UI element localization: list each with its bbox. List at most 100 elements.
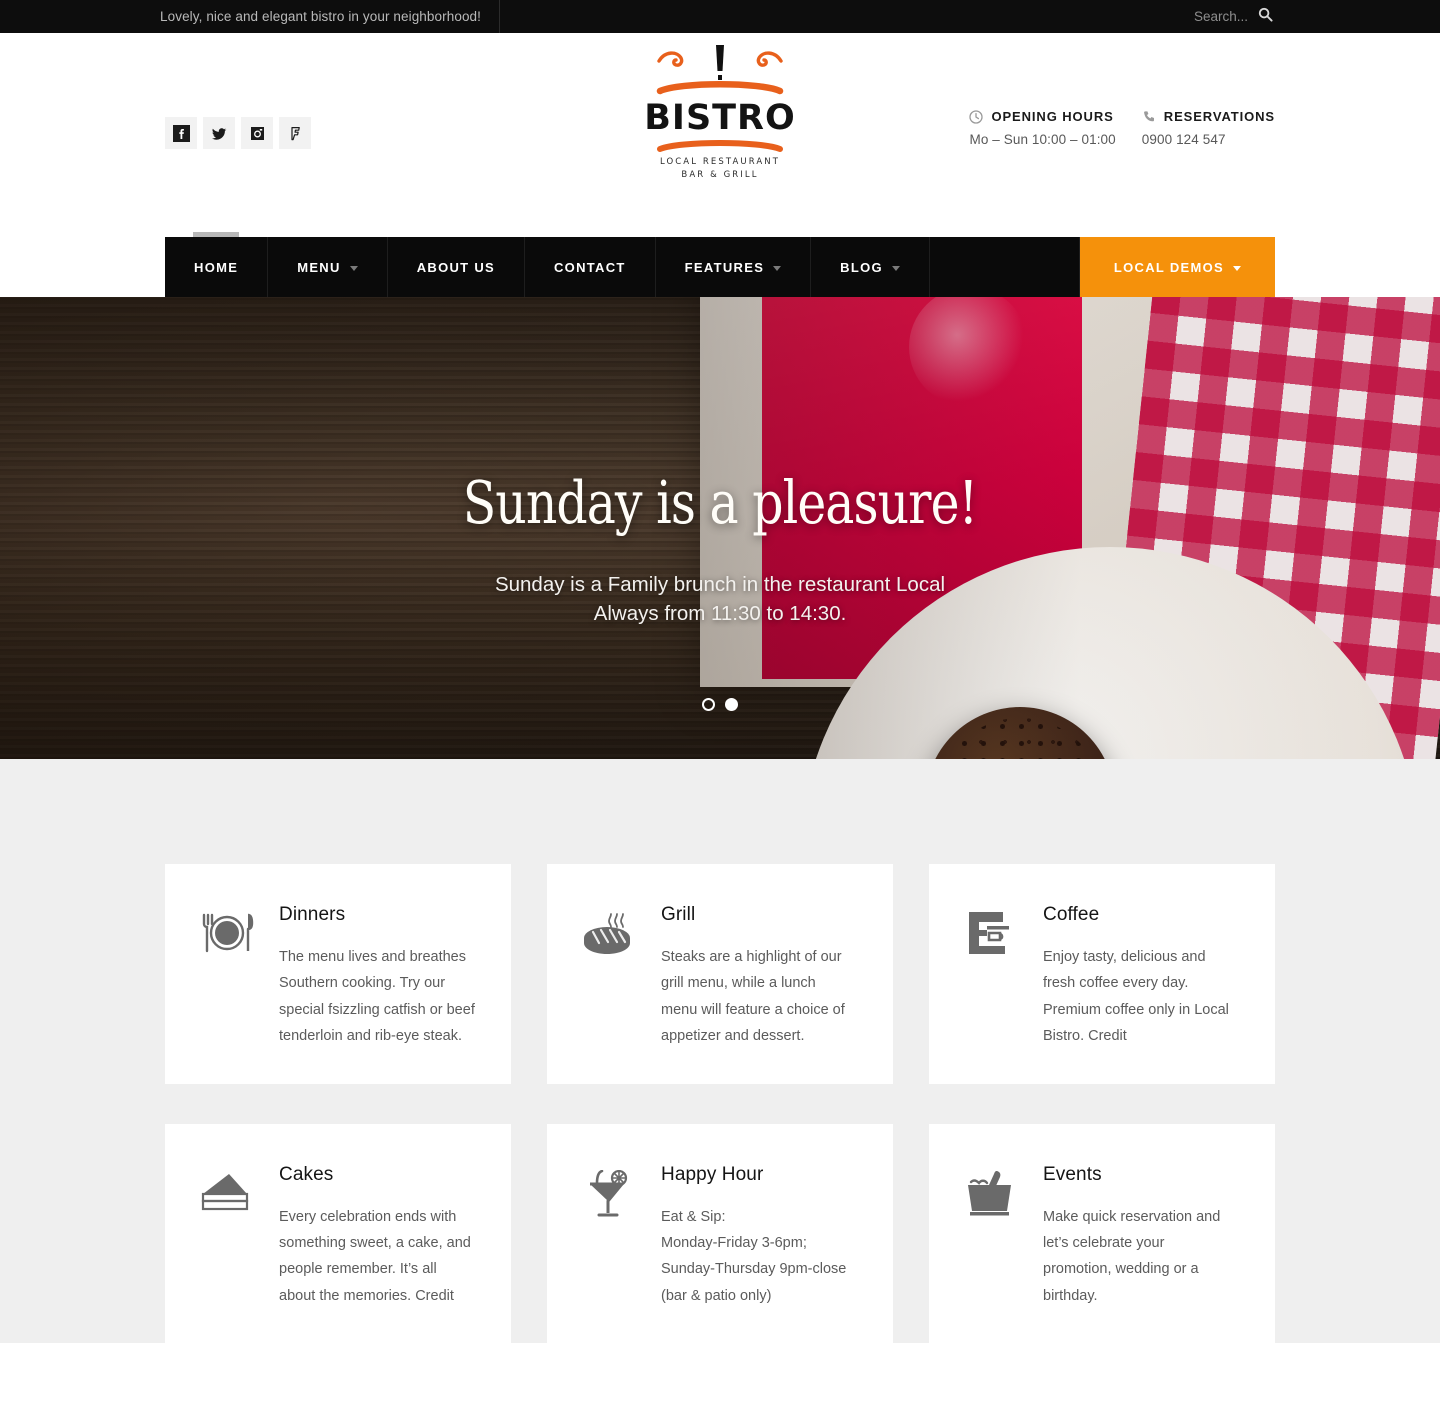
- nav-item-about-us[interactable]: ABOUT US: [388, 237, 525, 297]
- feature-text-line: promotion, wedding or a: [1043, 1261, 1199, 1278]
- search-icon[interactable]: [1258, 7, 1273, 27]
- nav-item-contact[interactable]: CONTACT: [525, 237, 656, 297]
- nav-item-home[interactable]: HOME: [165, 232, 269, 297]
- feature-card-body: Events Make quick reservation and let’s …: [1043, 1164, 1220, 1310]
- social-link-facebook[interactable]: [165, 117, 197, 149]
- champagne-bucket-icon: [963, 1164, 1021, 1310]
- slider-dot-1[interactable]: [702, 698, 715, 711]
- feature-card-title: Coffee: [1043, 904, 1100, 925]
- feature-text-line: Enjoy tasty, delicious and: [1043, 949, 1206, 965]
- feature-text-line: Every celebration ends with: [279, 1208, 457, 1225]
- logo-flourish-icon: [656, 45, 784, 95]
- chevron-down-icon: [349, 265, 358, 271]
- feature-card-cakes[interactable]: Cakes Every celebration ends with someth…: [165, 1123, 511, 1343]
- nav-item-blog[interactable]: BLOG: [811, 237, 930, 297]
- feature-text-line: menu will feature a choice of: [661, 1001, 845, 1018]
- nav-item-label: ABOUT US: [416, 259, 495, 275]
- feature-card-text: The menu lives and breathes Southern coo…: [279, 944, 475, 1050]
- feature-card-body: Cakes Every celebration ends with someth…: [279, 1164, 471, 1310]
- feature-card-dinners[interactable]: Dinners The menu lives and breathes Sout…: [165, 864, 511, 1084]
- main-navigation: HOME MENU ABOUT US CONTACT FEATURES BLOG…: [165, 232, 1275, 297]
- steak-grill-icon: [581, 904, 639, 1050]
- feature-text-line: Make quick reservation and: [1043, 1208, 1221, 1225]
- opening-hours-title: OPENING HOURS: [991, 109, 1114, 124]
- feature-card-text: Enjoy tasty, delicious and fresh coffee …: [1043, 944, 1229, 1050]
- nav-item-label: LOCAL DEMOS: [1113, 259, 1224, 275]
- feature-card-text: Steaks are a highlight of our grill menu…: [661, 944, 845, 1050]
- feature-card-coffee[interactable]: Coffee Enjoy tasty, delicious and fresh …: [929, 864, 1275, 1084]
- feature-text-line: Premium coffee only in Local: [1043, 1001, 1229, 1018]
- feature-card-body: Grill Steaks are a highlight of our gril…: [661, 904, 845, 1050]
- nav-item-label: HOME: [194, 259, 239, 275]
- foursquare-icon: [287, 125, 304, 142]
- feature-text-line: let’s celebrate your: [1043, 1234, 1165, 1251]
- social-link-twitter[interactable]: [203, 117, 235, 149]
- nav-item-features[interactable]: FEATURES: [656, 237, 812, 297]
- social-link-foursquare[interactable]: [279, 117, 311, 149]
- feature-card-title: Events: [1043, 1163, 1102, 1185]
- logo-wordmark: BISTRO: [644, 98, 796, 138]
- nav-item-menu[interactable]: MENU: [268, 237, 388, 297]
- site-logo[interactable]: BISTRO LOCAL RESTAURANT BAR & GRILL: [636, 43, 804, 182]
- coffee-machine-icon: [963, 904, 1021, 1050]
- nav-item-local-demos[interactable]: LOCAL DEMOS: [1079, 237, 1275, 297]
- nav-item-label: CONTACT: [553, 259, 626, 275]
- hero-subtitle: Sunday is a Family brunch in the restaur…: [0, 570, 1440, 628]
- instagram-icon: [249, 125, 266, 142]
- slider-dot-2[interactable]: [725, 698, 738, 711]
- feature-card-events[interactable]: Events Make quick reservation and let’s …: [929, 1123, 1275, 1343]
- chevron-down-icon: [1233, 265, 1241, 271]
- chevron-down-icon: [773, 265, 782, 271]
- social-links: [165, 117, 311, 149]
- feature-text-line: birthday.: [1043, 1287, 1098, 1304]
- logo-subtitle-line1: LOCAL RESTAURANT: [659, 157, 781, 167]
- feature-card-title: Happy Hour: [661, 1163, 764, 1185]
- cocktail-glass-icon: [581, 1164, 639, 1310]
- feature-text-line: people remember. It’s all: [279, 1261, 437, 1278]
- feature-text-line: Monday-Friday 3-6pm;: [661, 1234, 807, 1251]
- feature-card-body: Happy Hour Eat & Sip: Monday-Friday 3-6p…: [661, 1164, 846, 1310]
- feature-card-title: Grill: [661, 904, 696, 925]
- twitter-icon: [211, 125, 228, 142]
- phone-icon: [1142, 110, 1156, 124]
- feature-card-happy-hour[interactable]: Happy Hour Eat & Sip: Monday-Friday 3-6p…: [547, 1123, 893, 1343]
- features-grid: Dinners The menu lives and breathes Sout…: [165, 864, 1275, 1343]
- site-tagline: Lovely, nice and elegant bistro in your …: [0, 0, 501, 33]
- feature-text-line: something sweet, a cake, and: [279, 1234, 471, 1251]
- plate-cutlery-icon: [199, 904, 257, 1050]
- top-bar: Lovely, nice and elegant bistro in your …: [0, 0, 1440, 33]
- main-navigation-bar: HOME MENU ABOUT US CONTACT FEATURES BLOG…: [0, 232, 1440, 297]
- social-link-instagram[interactable]: [241, 117, 273, 149]
- feature-card-body: Dinners The menu lives and breathes Sout…: [279, 904, 475, 1050]
- top-bar-spacer: [500, 0, 1138, 33]
- feature-card-text: Every celebration ends with something sw…: [279, 1204, 471, 1310]
- feature-card-body: Coffee Enjoy tasty, delicious and fresh …: [1043, 904, 1229, 1050]
- reservations-value: 0900 124 547: [1141, 132, 1226, 147]
- site-header: BISTRO LOCAL RESTAURANT BAR & GRILL OPEN…: [0, 33, 1440, 237]
- search-form[interactable]: [1138, 0, 1440, 33]
- feature-card-grill[interactable]: Grill Steaks are a highlight of our gril…: [547, 864, 893, 1084]
- feature-text-line: special fsizzling catfish or beef: [279, 1001, 475, 1018]
- hero-subtitle-line2: Always from 11:30 to 14:30.: [593, 602, 847, 626]
- feature-text-line: appetizer and dessert.: [661, 1028, 805, 1045]
- hero-content: Sunday is a pleasure! Sunday is a Family…: [0, 297, 1440, 628]
- feature-card-title: Cakes: [279, 1163, 334, 1185]
- features-section: Dinners The menu lives and breathes Sout…: [0, 759, 1440, 1343]
- hero-title: Sunday is a pleasure!: [462, 468, 978, 537]
- logo-underline-icon: [657, 140, 783, 152]
- opening-hours-heading: OPENING HOURS: [969, 109, 1115, 124]
- feature-card-title: Dinners: [279, 904, 346, 925]
- nav-item-label: BLOG: [840, 259, 883, 275]
- opening-hours-value: Mo – Sun 10:00 – 01:00: [969, 132, 1116, 147]
- clock-icon: [969, 109, 984, 124]
- feature-text-line: Steaks are a highlight of our: [661, 949, 842, 965]
- feature-card-text: Make quick reservation and let’s celebra…: [1043, 1204, 1220, 1310]
- feature-text-line: Southern cooking. Try our: [279, 975, 446, 992]
- search-input[interactable]: [1138, 9, 1248, 24]
- reservations-heading: RESERVATIONS: [1142, 109, 1275, 124]
- nav-spacer: [930, 237, 1080, 297]
- slider-pagination: [702, 698, 738, 711]
- cake-slice-icon: [199, 1164, 257, 1310]
- hero-slider: Sunday is a pleasure! Sunday is a Family…: [0, 297, 1440, 759]
- feature-text-line: grill menu, while a lunch: [661, 975, 816, 992]
